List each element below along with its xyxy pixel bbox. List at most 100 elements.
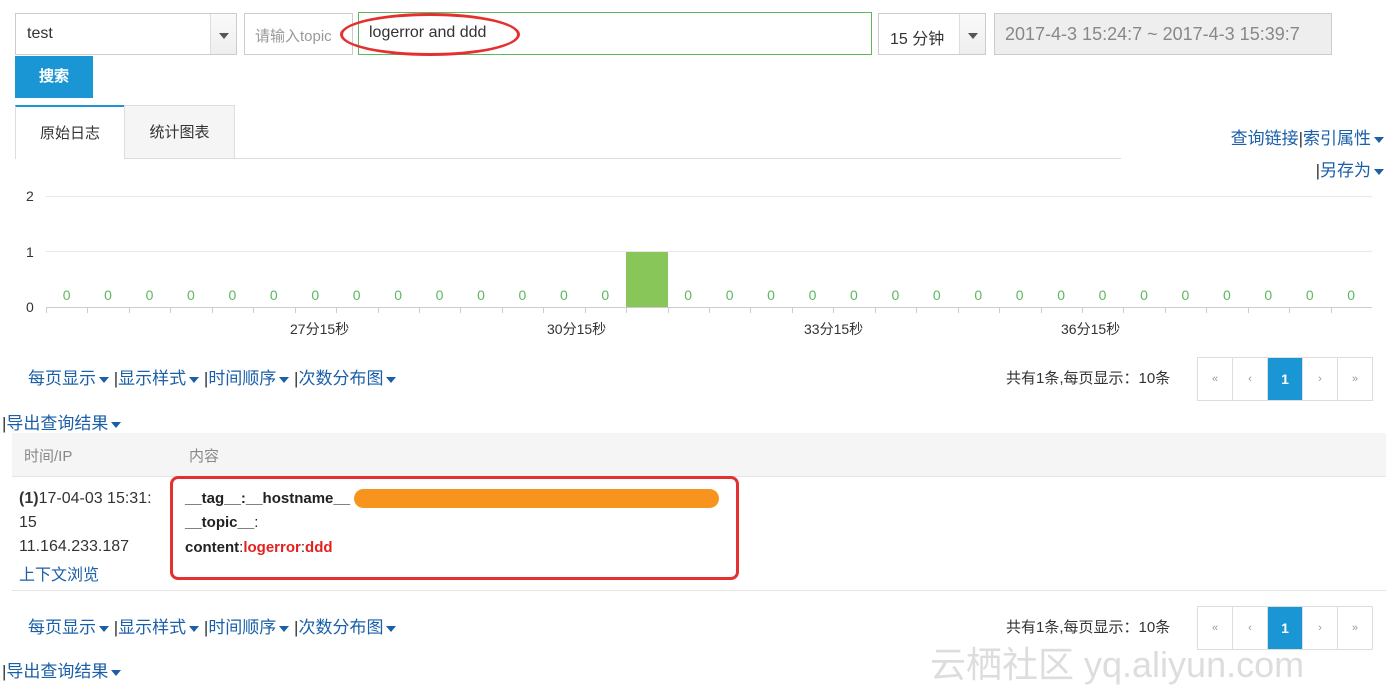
next-page-button[interactable]: › <box>1303 607 1338 649</box>
annotation-ellipse <box>340 13 520 56</box>
time-range-dropdown-toggle[interactable] <box>959 14 985 54</box>
bar-value-label: 0 <box>228 287 237 303</box>
y-tick-label-2: 2 <box>26 188 34 204</box>
bar-value-label: 0 <box>767 287 775 303</box>
save-as-menu[interactable]: 另存为 <box>1320 161 1371 180</box>
time-range-select[interactable]: 15 分钟 <box>878 13 986 55</box>
x-axis-tick <box>87 307 89 313</box>
column-header-time-ip: 时间/IP <box>24 448 73 465</box>
x-axis-tick <box>170 307 172 313</box>
row-time-line: (1)17-04-03 15:31: <box>19 490 152 508</box>
gridline-1 <box>46 251 1372 252</box>
y-tick-label-0: 0 <box>26 299 34 315</box>
bar-value-label: 0 <box>1015 287 1024 303</box>
bar-value-label: 0 <box>601 287 610 303</box>
bar-value-label: 0 <box>1057 287 1066 303</box>
x-axis-tick <box>791 307 793 313</box>
logstore-select[interactable]: test <box>15 13 237 55</box>
time-span-display[interactable]: 2017-4-3 15:24:7 ~ 2017-4-3 15:39:7 <box>994 13 1332 55</box>
x-tick-label-1: 27分15秒 <box>290 321 350 337</box>
per-page-menu[interactable]: 每页显示 <box>28 369 96 388</box>
x-axis-tick <box>667 307 669 313</box>
page-1-button[interactable]: 1 <box>1268 358 1303 400</box>
x-axis-tick <box>1206 307 1208 313</box>
dropdown-caret-icon <box>1374 168 1384 175</box>
dropdown-caret-icon <box>189 625 200 632</box>
bar-value-label: 0 <box>559 287 568 303</box>
last-page-button[interactable]: » <box>1338 358 1372 400</box>
tab-raw-logs-label: 原始日志 <box>39 125 100 142</box>
bar-value-label: 0 <box>891 287 900 303</box>
results-table-header: 时间/IP 内容 <box>12 433 1386 477</box>
dropdown-caret-icon <box>189 376 200 383</box>
per-page-menu[interactable]: 每页显示 <box>28 618 96 637</box>
histogram-bar[interactable] <box>625 251 668 307</box>
time-order-menu[interactable]: 时间顺序 <box>208 369 276 388</box>
tabs-baseline <box>234 158 1121 159</box>
search-button[interactable]: 搜索 <box>15 56 93 98</box>
chevron-down-icon <box>219 33 229 39</box>
tab-stat-charts[interactable]: 统计图表 <box>124 105 235 159</box>
topic-input[interactable]: 请输入topic <box>244 13 353 55</box>
logstore-select-value: test <box>27 25 53 42</box>
x-axis-tick <box>750 307 752 313</box>
next-page-button[interactable]: › <box>1303 358 1338 400</box>
export-row-top: |导出查询结果 <box>2 409 122 434</box>
bar-value-label: 0 <box>1305 287 1314 303</box>
x-axis-tick <box>1081 307 1083 313</box>
index-attr-menu[interactable]: 索引属性 <box>1303 129 1371 148</box>
first-page-button[interactable]: « <box>1198 358 1233 400</box>
x-axis-tick <box>1330 307 1332 313</box>
result-summary-bottom: 共有1条,每页显示：10条 <box>1006 619 1171 636</box>
context-browse-link[interactable]: 上下文浏览 <box>19 561 99 585</box>
bar-value-label: 0 <box>187 287 195 303</box>
time-range-value: 15 分钟 <box>890 31 945 48</box>
x-axis-tick <box>1040 307 1042 313</box>
x-tick-label-2: 30分15秒 <box>547 321 607 337</box>
annotation-box <box>170 476 739 580</box>
bar-value-label: 0 <box>725 287 734 303</box>
export-results-menu[interactable]: 导出查询结果 <box>6 414 108 433</box>
bar-value-label: 0 <box>269 287 278 303</box>
time-order-menu[interactable]: 时间顺序 <box>208 618 276 637</box>
x-tick-label-3: 33分15秒 <box>804 321 864 337</box>
bar-value-label: 0 <box>1264 287 1273 303</box>
dropdown-caret-icon <box>1374 136 1384 143</box>
dropdown-caret-icon <box>279 625 290 632</box>
last-page-button[interactable]: » <box>1338 607 1372 649</box>
export-results-menu[interactable]: 导出查询结果 <box>6 662 108 681</box>
right-menu-row2: |另存为 <box>1316 156 1384 181</box>
x-axis-tick <box>253 307 255 313</box>
display-style-menu[interactable]: 显示样式 <box>118 618 186 637</box>
bar-value-label: 0 <box>1098 287 1107 303</box>
row-ip: 11.164.233.187 <box>19 538 130 555</box>
count-dist-menu[interactable]: 次数分布图 <box>298 618 383 637</box>
bar-value-label: 0 <box>1347 287 1356 303</box>
bar-value-label: 0 <box>932 287 941 303</box>
dropdown-caret-icon <box>99 376 109 383</box>
x-axis-tick <box>709 307 710 313</box>
x-axis-tick <box>1247 307 1249 313</box>
tab-raw-logs[interactable]: 原始日志 <box>15 105 125 159</box>
right-menu-row1: 查询链接|索引属性 <box>1231 124 1384 149</box>
bar-value-label: 0 <box>850 287 858 303</box>
chevron-down-icon <box>968 33 978 39</box>
query-link-menu[interactable]: 查询链接 <box>1231 129 1299 148</box>
x-axis-tick <box>626 307 628 313</box>
count-dist-menu[interactable]: 次数分布图 <box>298 369 383 388</box>
x-axis-tick <box>833 307 835 313</box>
column-header-content: 内容 <box>189 448 220 465</box>
logstore-dropdown-toggle[interactable] <box>210 14 236 54</box>
bar-value-label: 0 <box>352 287 361 303</box>
export-row-bottom: |导出查询结果 <box>2 657 122 682</box>
prev-page-button[interactable]: ‹ <box>1233 358 1268 400</box>
display-style-menu[interactable]: 显示样式 <box>118 369 186 388</box>
results-toolbar-top: 每页显示 |显示样式 |时间顺序 |次数分布图 <box>28 364 397 389</box>
x-axis-tick <box>957 307 959 313</box>
bar-value-label: 0 <box>974 287 983 303</box>
bar-value-label: 0 <box>477 287 485 303</box>
y-tick-label-1: 1 <box>26 244 34 260</box>
bar-value-label: 0 <box>394 287 403 303</box>
x-axis-tick <box>1289 307 1291 313</box>
bar-value-label: 0 <box>145 287 154 303</box>
